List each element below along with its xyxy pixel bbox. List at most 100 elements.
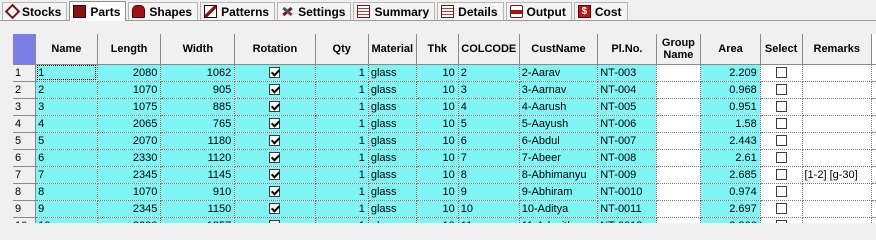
length-cell[interactable]: 2345: [97, 200, 162, 218]
parts-grid[interactable]: Name Length Width Rotation Qty Material Thk COL…: [13, 34, 876, 223]
rotation-checkbox[interactable]: [269, 186, 281, 198]
custname-cell[interactable]: 3-Aarnav: [519, 81, 599, 99]
column-header-material[interactable]: Material: [368, 34, 417, 65]
rotation-cell[interactable]: [234, 98, 316, 116]
select-cell[interactable]: [760, 183, 803, 201]
plno-cell[interactable]: NT-0010: [597, 183, 657, 201]
custname-cell[interactable]: 4-Aarush: [519, 98, 599, 116]
colcode-cell[interactable]: 6: [458, 132, 520, 150]
rotation-checkbox[interactable]: [269, 152, 281, 164]
material-cell[interactable]: glass: [368, 166, 417, 184]
select-checkbox[interactable]: [775, 67, 787, 79]
select-cell[interactable]: [760, 200, 803, 218]
qty-cell[interactable]: 1: [315, 166, 369, 184]
qty-cell[interactable]: 1: [315, 98, 369, 116]
row-header[interactable]: 2: [13, 81, 37, 99]
name-cell[interactable]: 3: [35, 98, 98, 116]
width-cell[interactable]: 1145: [160, 166, 236, 184]
custname-cell[interactable]: 9-Abhiram: [519, 183, 599, 201]
plno-cell[interactable]: NT-008: [597, 149, 657, 167]
length-cell[interactable]: 2070: [97, 132, 162, 150]
select-cell[interactable]: [760, 115, 803, 133]
qty-cell[interactable]: 1: [315, 64, 369, 82]
group-cell[interactable]: [656, 115, 702, 133]
name-cell[interactable]: 7: [35, 166, 98, 184]
remarks-cell[interactable]: [802, 200, 872, 218]
group-cell[interactable]: [656, 98, 702, 116]
width-cell[interactable]: 910: [160, 183, 236, 201]
area-cell[interactable]: 2.866: [700, 217, 761, 223]
tab-stocks[interactable]: Stocks: [2, 2, 68, 20]
row-header[interactable]: 7: [13, 166, 37, 184]
width-cell[interactable]: 1120: [160, 149, 236, 167]
tab-patterns[interactable]: Patterns: [200, 2, 276, 20]
custname-cell[interactable]: 6-Abdul: [519, 132, 599, 150]
length-cell[interactable]: 1075: [97, 98, 162, 116]
colcode-cell[interactable]: 7: [458, 149, 520, 167]
table-row[interactable]: 1 1 2080 1062 1 glass 10 2 2-Aarav NT-003 2.209: [13, 64, 876, 82]
name-cell[interactable]: 5: [35, 132, 98, 150]
custname-cell[interactable]: 8-Abhimanyu: [519, 166, 599, 184]
qty-cell[interactable]: 1: [315, 217, 369, 223]
thk-cell[interactable]: 10: [416, 149, 459, 167]
colcode-cell[interactable]: 4: [458, 98, 520, 116]
group-cell[interactable]: [656, 132, 702, 150]
row-header[interactable]: 9: [13, 200, 37, 218]
width-cell[interactable]: 1150: [160, 200, 236, 218]
group-cell[interactable]: [656, 149, 702, 167]
area-cell[interactable]: 0.974: [700, 183, 761, 201]
select-cell[interactable]: [760, 98, 803, 116]
table-row[interactable]: 3 3 1075 885 1 glass 10 4 4-Aarush NT-005 0.951: [13, 98, 876, 116]
custname-cell[interactable]: 10-Aditya: [519, 200, 599, 218]
rotation-checkbox[interactable]: [269, 84, 281, 96]
tab-shapes[interactable]: Shapes: [128, 2, 199, 20]
qty-cell[interactable]: 1: [315, 149, 369, 167]
column-header-thk[interactable]: Thk: [416, 34, 459, 65]
thk-cell[interactable]: 10: [416, 98, 459, 116]
remarks-cell[interactable]: [1-2] [g-30]: [802, 166, 872, 184]
row-header[interactable]: 3: [13, 98, 37, 116]
row-header[interactable]: 6: [13, 149, 37, 167]
thk-cell[interactable]: 10: [416, 166, 459, 184]
colcode-cell[interactable]: 5: [458, 115, 520, 133]
colcode-cell[interactable]: 9: [458, 183, 520, 201]
rotation-cell[interactable]: [234, 183, 316, 201]
row-header[interactable]: 10: [13, 217, 37, 223]
material-cell[interactable]: glass: [368, 81, 417, 99]
column-header-rotation[interactable]: Rotation: [234, 34, 316, 65]
table-row[interactable]: 5 5 2070 1180 1 glass 10 6 6-Abdul NT-007 2.443: [13, 132, 876, 150]
area-cell[interactable]: 2.685: [700, 166, 761, 184]
material-cell[interactable]: glass: [368, 132, 417, 150]
group-cell[interactable]: [656, 64, 702, 82]
column-header-custname[interactable]: CustName: [519, 34, 599, 65]
remarks-cell[interactable]: [802, 183, 872, 201]
plno-cell[interactable]: NT-005: [597, 98, 657, 116]
group-cell[interactable]: [656, 200, 702, 218]
colcode-cell[interactable]: 11: [458, 217, 520, 223]
table-row[interactable]: 4 4 2065 765 1 glass 10 5 5-Aayush NT-006 1.58: [13, 115, 876, 133]
plno-cell[interactable]: NT-0011: [597, 200, 657, 218]
colcode-cell[interactable]: 2: [458, 64, 520, 82]
column-header-colcode[interactable]: COLCODE: [458, 34, 520, 65]
select-cell[interactable]: [760, 64, 803, 82]
remarks-cell[interactable]: [802, 132, 872, 150]
rotation-cell[interactable]: [234, 115, 316, 133]
length-cell[interactable]: 1070: [97, 183, 162, 201]
width-cell[interactable]: 1062: [160, 64, 236, 82]
rotation-checkbox[interactable]: [269, 101, 281, 113]
width-cell[interactable]: 885: [160, 98, 236, 116]
column-header-group-name[interactable]: Group Name: [656, 34, 702, 65]
select-cell[interactable]: [760, 132, 803, 150]
qty-cell[interactable]: 1: [315, 115, 369, 133]
select-checkbox[interactable]: [775, 203, 787, 215]
custname-cell[interactable]: 11-Advaith: [519, 217, 599, 223]
material-cell[interactable]: glass: [368, 183, 417, 201]
width-cell[interactable]: 765: [160, 115, 236, 133]
length-cell[interactable]: 1070: [97, 81, 162, 99]
column-header-width[interactable]: Width: [160, 34, 236, 65]
select-checkbox[interactable]: [775, 186, 787, 198]
plno-cell[interactable]: NT-0012: [597, 217, 657, 223]
area-cell[interactable]: 0.968: [700, 81, 761, 99]
row-header[interactable]: 1: [13, 64, 37, 82]
qty-cell[interactable]: 1: [315, 132, 369, 150]
